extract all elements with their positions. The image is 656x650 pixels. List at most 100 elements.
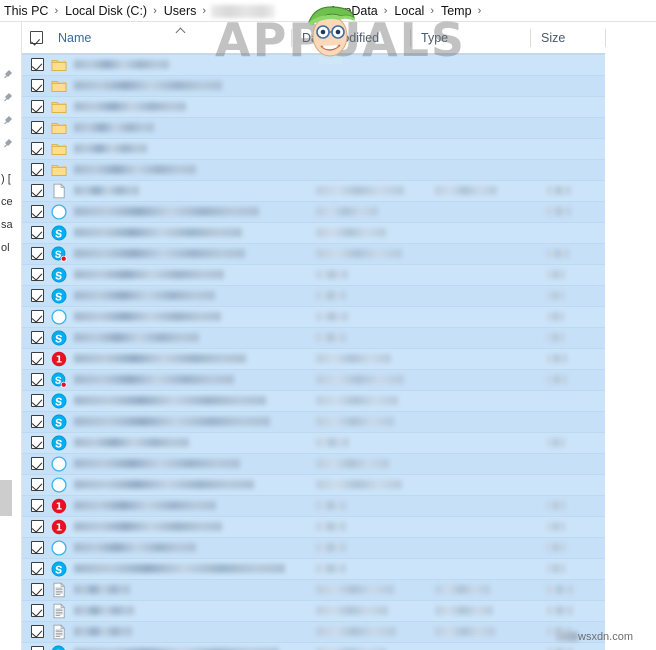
table-row[interactable] — [22, 306, 605, 327]
row-divider — [22, 516, 605, 517]
row-select-checkbox[interactable] — [31, 604, 44, 617]
table-row[interactable] — [22, 453, 605, 474]
table-row[interactable] — [22, 159, 605, 180]
row-select-checkbox[interactable] — [31, 142, 44, 155]
table-row[interactable] — [22, 264, 605, 285]
table-row[interactable] — [22, 390, 605, 411]
row-select-checkbox[interactable] — [31, 415, 44, 428]
table-row[interactable] — [22, 369, 605, 390]
breadcrumb[interactable]: This PC › Local Disk (C:) › Users › AppD… — [0, 0, 656, 22]
date-modified-redacted — [316, 501, 346, 510]
column-header-date-modified[interactable]: Date modified — [292, 22, 410, 54]
row-select-checkbox[interactable] — [31, 520, 44, 533]
row-select-checkbox[interactable] — [31, 457, 44, 470]
table-row[interactable]: 1 — [22, 495, 605, 516]
table-row[interactable] — [22, 411, 605, 432]
file-name-redacted — [74, 627, 132, 636]
date-modified-redacted — [316, 228, 386, 237]
select-all-checkbox[interactable] — [30, 31, 43, 44]
file-size-redacted — [547, 270, 565, 279]
row-select-checkbox[interactable] — [31, 394, 44, 407]
site-watermark-blur — [556, 632, 578, 641]
row-select-checkbox[interactable] — [31, 352, 44, 365]
breadcrumb-item-local-disk[interactable]: Local Disk (C:) — [63, 4, 149, 18]
table-row[interactable] — [22, 75, 605, 96]
row-select-checkbox[interactable] — [31, 58, 44, 71]
row-select-checkbox[interactable] — [31, 583, 44, 596]
breadcrumb-item-username-redacted[interactable] — [211, 4, 276, 18]
skype-badge-icon — [51, 246, 67, 262]
column-header-size[interactable]: Size — [531, 22, 605, 54]
row-select-checkbox[interactable] — [31, 100, 44, 113]
table-row[interactable] — [22, 54, 605, 75]
table-row[interactable] — [22, 180, 605, 201]
row-select-checkbox[interactable] — [31, 478, 44, 491]
table-row[interactable] — [22, 642, 605, 650]
row-select-checkbox[interactable] — [31, 163, 44, 176]
sidebar-label-fragment[interactable]: ce — [1, 196, 13, 208]
row-select-checkbox[interactable] — [31, 310, 44, 323]
file-list[interactable]: 1 1 1 — [22, 54, 605, 650]
breadcrumb-item-users[interactable]: Users — [162, 4, 199, 18]
row-select-checkbox[interactable] — [31, 247, 44, 260]
breadcrumb-item-appdata[interactable]: AppData — [327, 4, 380, 18]
row-select-checkbox[interactable] — [31, 499, 44, 512]
row-select-checkbox[interactable] — [31, 121, 44, 134]
text-doc-icon — [51, 624, 67, 640]
date-modified-redacted — [316, 522, 346, 531]
row-select-checkbox[interactable] — [31, 331, 44, 344]
date-modified-redacted — [316, 207, 378, 216]
row-select-checkbox[interactable] — [31, 205, 44, 218]
table-row[interactable] — [22, 600, 605, 621]
table-row[interactable] — [22, 117, 605, 138]
row-select-checkbox[interactable] — [31, 79, 44, 92]
row-select-checkbox[interactable] — [31, 289, 44, 302]
breadcrumb-separator-icon: › — [430, 5, 434, 17]
table-row[interactable] — [22, 201, 605, 222]
navigation-pane-rail: ) [ ce sa ol — [0, 22, 22, 650]
table-row[interactable] — [22, 579, 605, 600]
row-select-checkbox[interactable] — [31, 268, 44, 281]
sidebar-label-fragment[interactable]: ) [ — [1, 173, 11, 185]
breadcrumb-separator-icon: › — [54, 5, 59, 17]
row-divider — [22, 432, 605, 433]
table-row[interactable] — [22, 138, 605, 159]
table-row[interactable] — [22, 621, 605, 642]
breadcrumb-item-temp[interactable]: Temp — [439, 4, 474, 18]
row-select-checkbox[interactable] — [31, 226, 44, 239]
table-row[interactable] — [22, 243, 605, 264]
row-select-checkbox[interactable] — [31, 541, 44, 554]
row-divider — [22, 285, 605, 286]
row-select-checkbox[interactable] — [31, 625, 44, 638]
row-divider — [22, 558, 605, 559]
table-row[interactable] — [22, 285, 605, 306]
table-row[interactable]: 1 — [22, 348, 605, 369]
row-select-checkbox[interactable] — [31, 646, 44, 650]
column-divider[interactable] — [605, 29, 606, 47]
table-row[interactable] — [22, 327, 605, 348]
breadcrumb-item-this-pc[interactable]: This PC — [2, 4, 50, 18]
table-row[interactable] — [22, 474, 605, 495]
table-row[interactable] — [22, 222, 605, 243]
sidebar-label-fragment[interactable]: ol — [1, 242, 10, 254]
row-select-checkbox[interactable] — [31, 184, 44, 197]
breadcrumb-item-local[interactable]: Local — [392, 4, 426, 18]
row-divider — [22, 75, 605, 76]
file-name-redacted — [74, 333, 199, 342]
row-select-checkbox[interactable] — [31, 562, 44, 575]
row-select-checkbox[interactable] — [31, 373, 44, 386]
row-select-checkbox[interactable] — [31, 436, 44, 449]
sidebar-label-fragment[interactable]: sa — [1, 219, 13, 231]
file-size-redacted — [547, 207, 571, 216]
table-row[interactable] — [22, 96, 605, 117]
file-type-redacted — [435, 186, 497, 195]
table-row[interactable] — [22, 558, 605, 579]
table-row[interactable] — [22, 432, 605, 453]
table-row[interactable]: 1 — [22, 516, 605, 537]
svg-text:1: 1 — [56, 523, 63, 534]
breadcrumb-separator-icon: › — [383, 5, 388, 17]
column-header-type[interactable]: Type — [411, 22, 530, 54]
table-row[interactable] — [22, 537, 605, 558]
vertical-scrollbar-thumb[interactable] — [0, 480, 12, 516]
skype-icon — [51, 225, 67, 241]
